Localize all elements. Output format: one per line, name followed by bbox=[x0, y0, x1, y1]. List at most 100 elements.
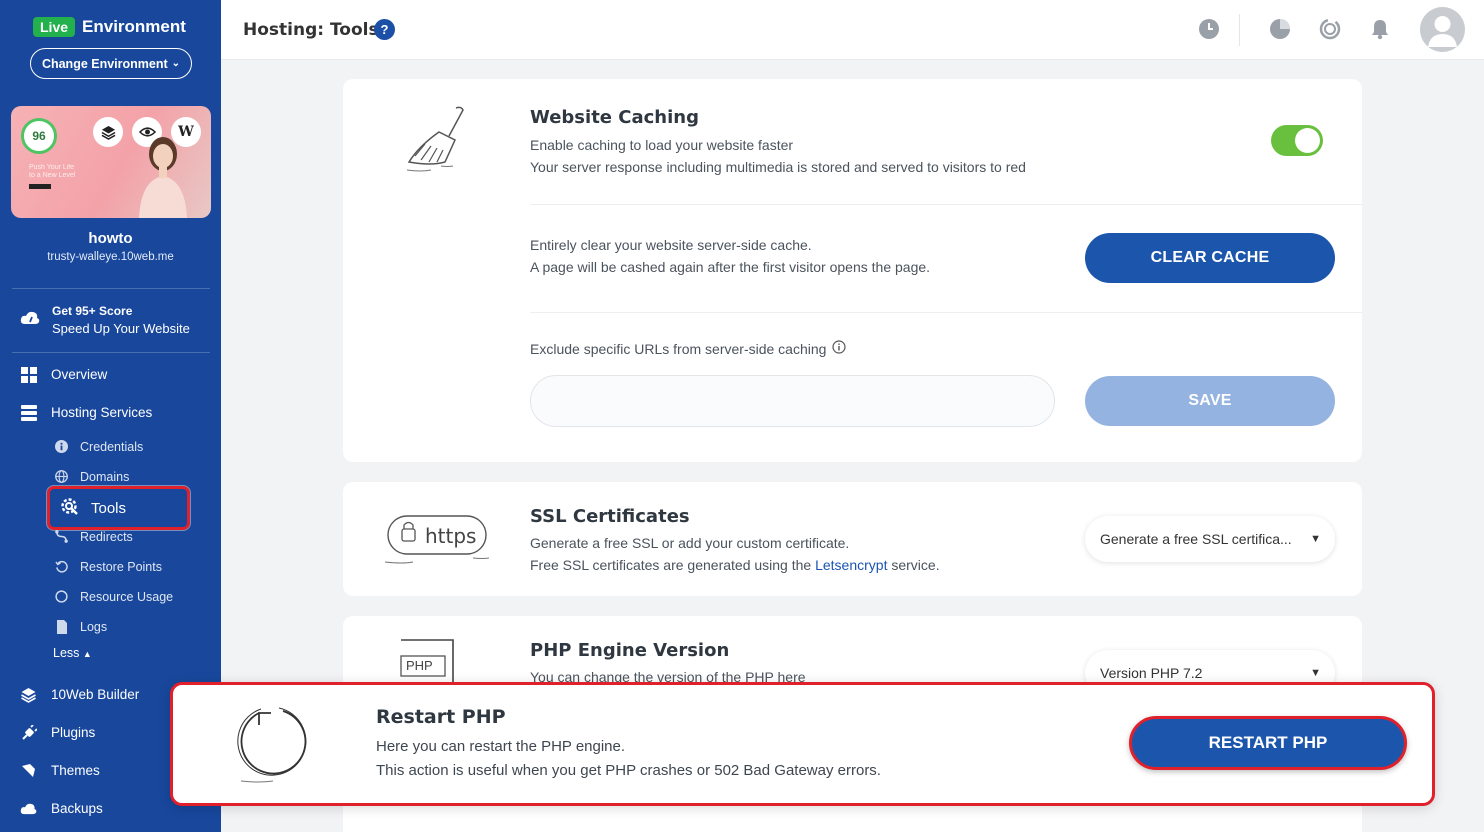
php-icon-label: PHP bbox=[406, 658, 433, 673]
sidebar-item-label: Restore Points bbox=[80, 559, 162, 574]
sidebar-item-logs[interactable]: Logs bbox=[54, 619, 107, 634]
exclude-urls-input[interactable] bbox=[530, 375, 1055, 427]
site-domain[interactable]: trusty-walleye.10web.me bbox=[0, 251, 221, 263]
clear-cache-button[interactable]: CLEAR CACHE bbox=[1085, 233, 1335, 283]
save-button[interactable]: SAVE bbox=[1085, 376, 1335, 426]
cloud-speed-icon bbox=[20, 310, 40, 331]
document-icon bbox=[54, 619, 69, 634]
sidebar-item-tools[interactable]: Tools bbox=[47, 486, 190, 530]
clock-icon[interactable] bbox=[1197, 17, 1221, 41]
topbar: Hosting: Tools ? bbox=[221, 0, 1484, 60]
sidebar-item-overview[interactable]: Overview bbox=[20, 366, 107, 383]
change-environment-button[interactable]: Change Environment ⌄ bbox=[30, 48, 192, 79]
sidebar-item-label: Overview bbox=[51, 367, 108, 382]
sidebar-item-restore-points[interactable]: Restore Points bbox=[54, 559, 162, 574]
chevron-up-icon: ▲ bbox=[82, 649, 92, 659]
redirect-icon bbox=[54, 529, 69, 544]
clear-cache-text1: Entirely clear your website server-side … bbox=[530, 237, 812, 253]
chevron-down-icon: ⌄ bbox=[171, 58, 181, 69]
caching-title: Website Caching bbox=[530, 107, 699, 128]
chevron-down-icon: ▼ bbox=[1310, 533, 1321, 545]
ssl-select-value: Generate a free SSL certifica... bbox=[1100, 531, 1292, 547]
user-avatar[interactable] bbox=[1420, 7, 1465, 52]
clear-cache-text2: A page will be cashed again after the fi… bbox=[530, 259, 931, 275]
usage-icon bbox=[54, 589, 69, 604]
caching-desc2: Your server response including multimedi… bbox=[530, 159, 1026, 175]
sidebar-item-label: Tools bbox=[91, 499, 127, 517]
sidebar-item-label: Domains bbox=[80, 469, 130, 484]
ssl-desc2-pre: Free SSL certificates are generated usin… bbox=[530, 557, 816, 573]
ssl-desc1: Generate a free SSL or add your custom c… bbox=[530, 535, 850, 551]
site-name: howto bbox=[88, 230, 133, 247]
divider bbox=[12, 352, 210, 353]
sidebar-item-label: 10Web Builder bbox=[51, 687, 140, 702]
chevron-down-icon: ▼ bbox=[1310, 667, 1321, 679]
broom-icon bbox=[406, 106, 464, 172]
exclude-urls-row: Exclude specific URLs from server-side c… bbox=[530, 338, 847, 360]
layers-icon bbox=[20, 686, 37, 703]
sidebar-item-redirects[interactable]: Redirects bbox=[54, 529, 133, 544]
environment-title: Environment bbox=[82, 17, 186, 36]
divider bbox=[530, 204, 1362, 205]
restore-icon bbox=[54, 559, 69, 574]
site-thumbnail[interactable]: 96 W Push Your Life to a New Level bbox=[11, 106, 211, 218]
server-icon bbox=[20, 404, 37, 421]
sidebar-item-backups[interactable]: Backups bbox=[20, 800, 103, 817]
tools-gear-icon bbox=[59, 496, 79, 520]
sidebar-item-credentials[interactable]: Credentials bbox=[54, 439, 143, 454]
live-badge: Live bbox=[33, 17, 76, 37]
divider bbox=[12, 288, 210, 289]
bell-icon[interactable] bbox=[1368, 17, 1392, 41]
sidebar-item-themes[interactable]: Themes bbox=[20, 762, 100, 779]
page-title: Hosting: Tools bbox=[243, 20, 379, 40]
sidebar-item-domains[interactable]: Domains bbox=[54, 469, 129, 484]
info-icon bbox=[54, 439, 69, 454]
sidebar-item-10web-builder[interactable]: 10Web Builder bbox=[20, 686, 139, 703]
sidebar-item-label: Hosting Services bbox=[51, 405, 153, 420]
letsencrypt-link[interactable]: Letsencrypt bbox=[815, 557, 887, 573]
toggle-knob bbox=[1295, 128, 1320, 153]
sidebar-item-label: Resource Usage bbox=[80, 589, 174, 604]
sidebar-item-plugins[interactable]: Plugins bbox=[20, 724, 95, 741]
exclude-urls-label: Exclude specific URLs from server-side c… bbox=[530, 341, 827, 357]
plug-icon bbox=[20, 724, 37, 741]
restart-php-title: Restart PHP bbox=[376, 706, 506, 728]
ssl-select[interactable]: Generate a free SSL certifica... ▼ bbox=[1085, 516, 1335, 562]
ssl-desc2: Free SSL certificates are generated usin… bbox=[530, 554, 940, 576]
brush-icon bbox=[20, 762, 37, 779]
thumbnail-cta bbox=[29, 184, 51, 189]
layers-icon[interactable] bbox=[93, 117, 123, 147]
restart-icon bbox=[237, 707, 307, 783]
globe-icon bbox=[54, 469, 69, 484]
restart-php-desc2: This action is useful when you get PHP c… bbox=[376, 762, 881, 779]
sidebar-item-resource-usage[interactable]: Resource Usage bbox=[54, 589, 173, 604]
sidebar-item-label: Logs bbox=[80, 619, 108, 634]
divider bbox=[530, 312, 1362, 313]
topbar-separator bbox=[1239, 14, 1240, 46]
performance-score: 96 bbox=[21, 118, 57, 154]
collapse-submenu-button[interactable]: Less ▲ bbox=[53, 646, 92, 660]
php-title: PHP Engine Version bbox=[530, 640, 730, 661]
less-label: Less bbox=[53, 646, 80, 660]
sidebar-item-hosting-services[interactable]: Hosting Services bbox=[20, 404, 152, 421]
info-icon[interactable] bbox=[832, 338, 847, 360]
thumbnail-photo bbox=[139, 137, 187, 218]
speed-promo[interactable]: Get 95+ Score Speed Up Your Website bbox=[20, 304, 190, 336]
caching-toggle[interactable] bbox=[1271, 125, 1323, 156]
promo-line1: Get 95+ Score bbox=[52, 304, 133, 318]
speed-gauge-icon[interactable] bbox=[1318, 17, 1342, 41]
sidebar-item-label: Credentials bbox=[80, 439, 144, 454]
sidebar-item-label: Plugins bbox=[51, 725, 96, 740]
environment-header: Live Environment bbox=[33, 17, 186, 37]
ssl-desc2-post: service. bbox=[887, 557, 940, 573]
caching-desc1: Enable caching to load your website fast… bbox=[530, 137, 794, 153]
ssl-title: SSL Certificates bbox=[530, 506, 690, 527]
sidebar-item-label: Redirects bbox=[80, 529, 133, 544]
change-environment-label: Change Environment bbox=[41, 56, 168, 71]
restart-php-button[interactable]: RESTART PHP bbox=[1129, 716, 1407, 770]
pie-chart-icon[interactable] bbox=[1268, 17, 1292, 41]
help-icon[interactable]: ? bbox=[374, 19, 395, 40]
promo-line2: Speed Up Your Website bbox=[52, 321, 190, 336]
restart-php-desc1: Here you can restart the PHP engine. bbox=[376, 738, 626, 755]
sidebar-item-label: Themes bbox=[51, 763, 100, 778]
